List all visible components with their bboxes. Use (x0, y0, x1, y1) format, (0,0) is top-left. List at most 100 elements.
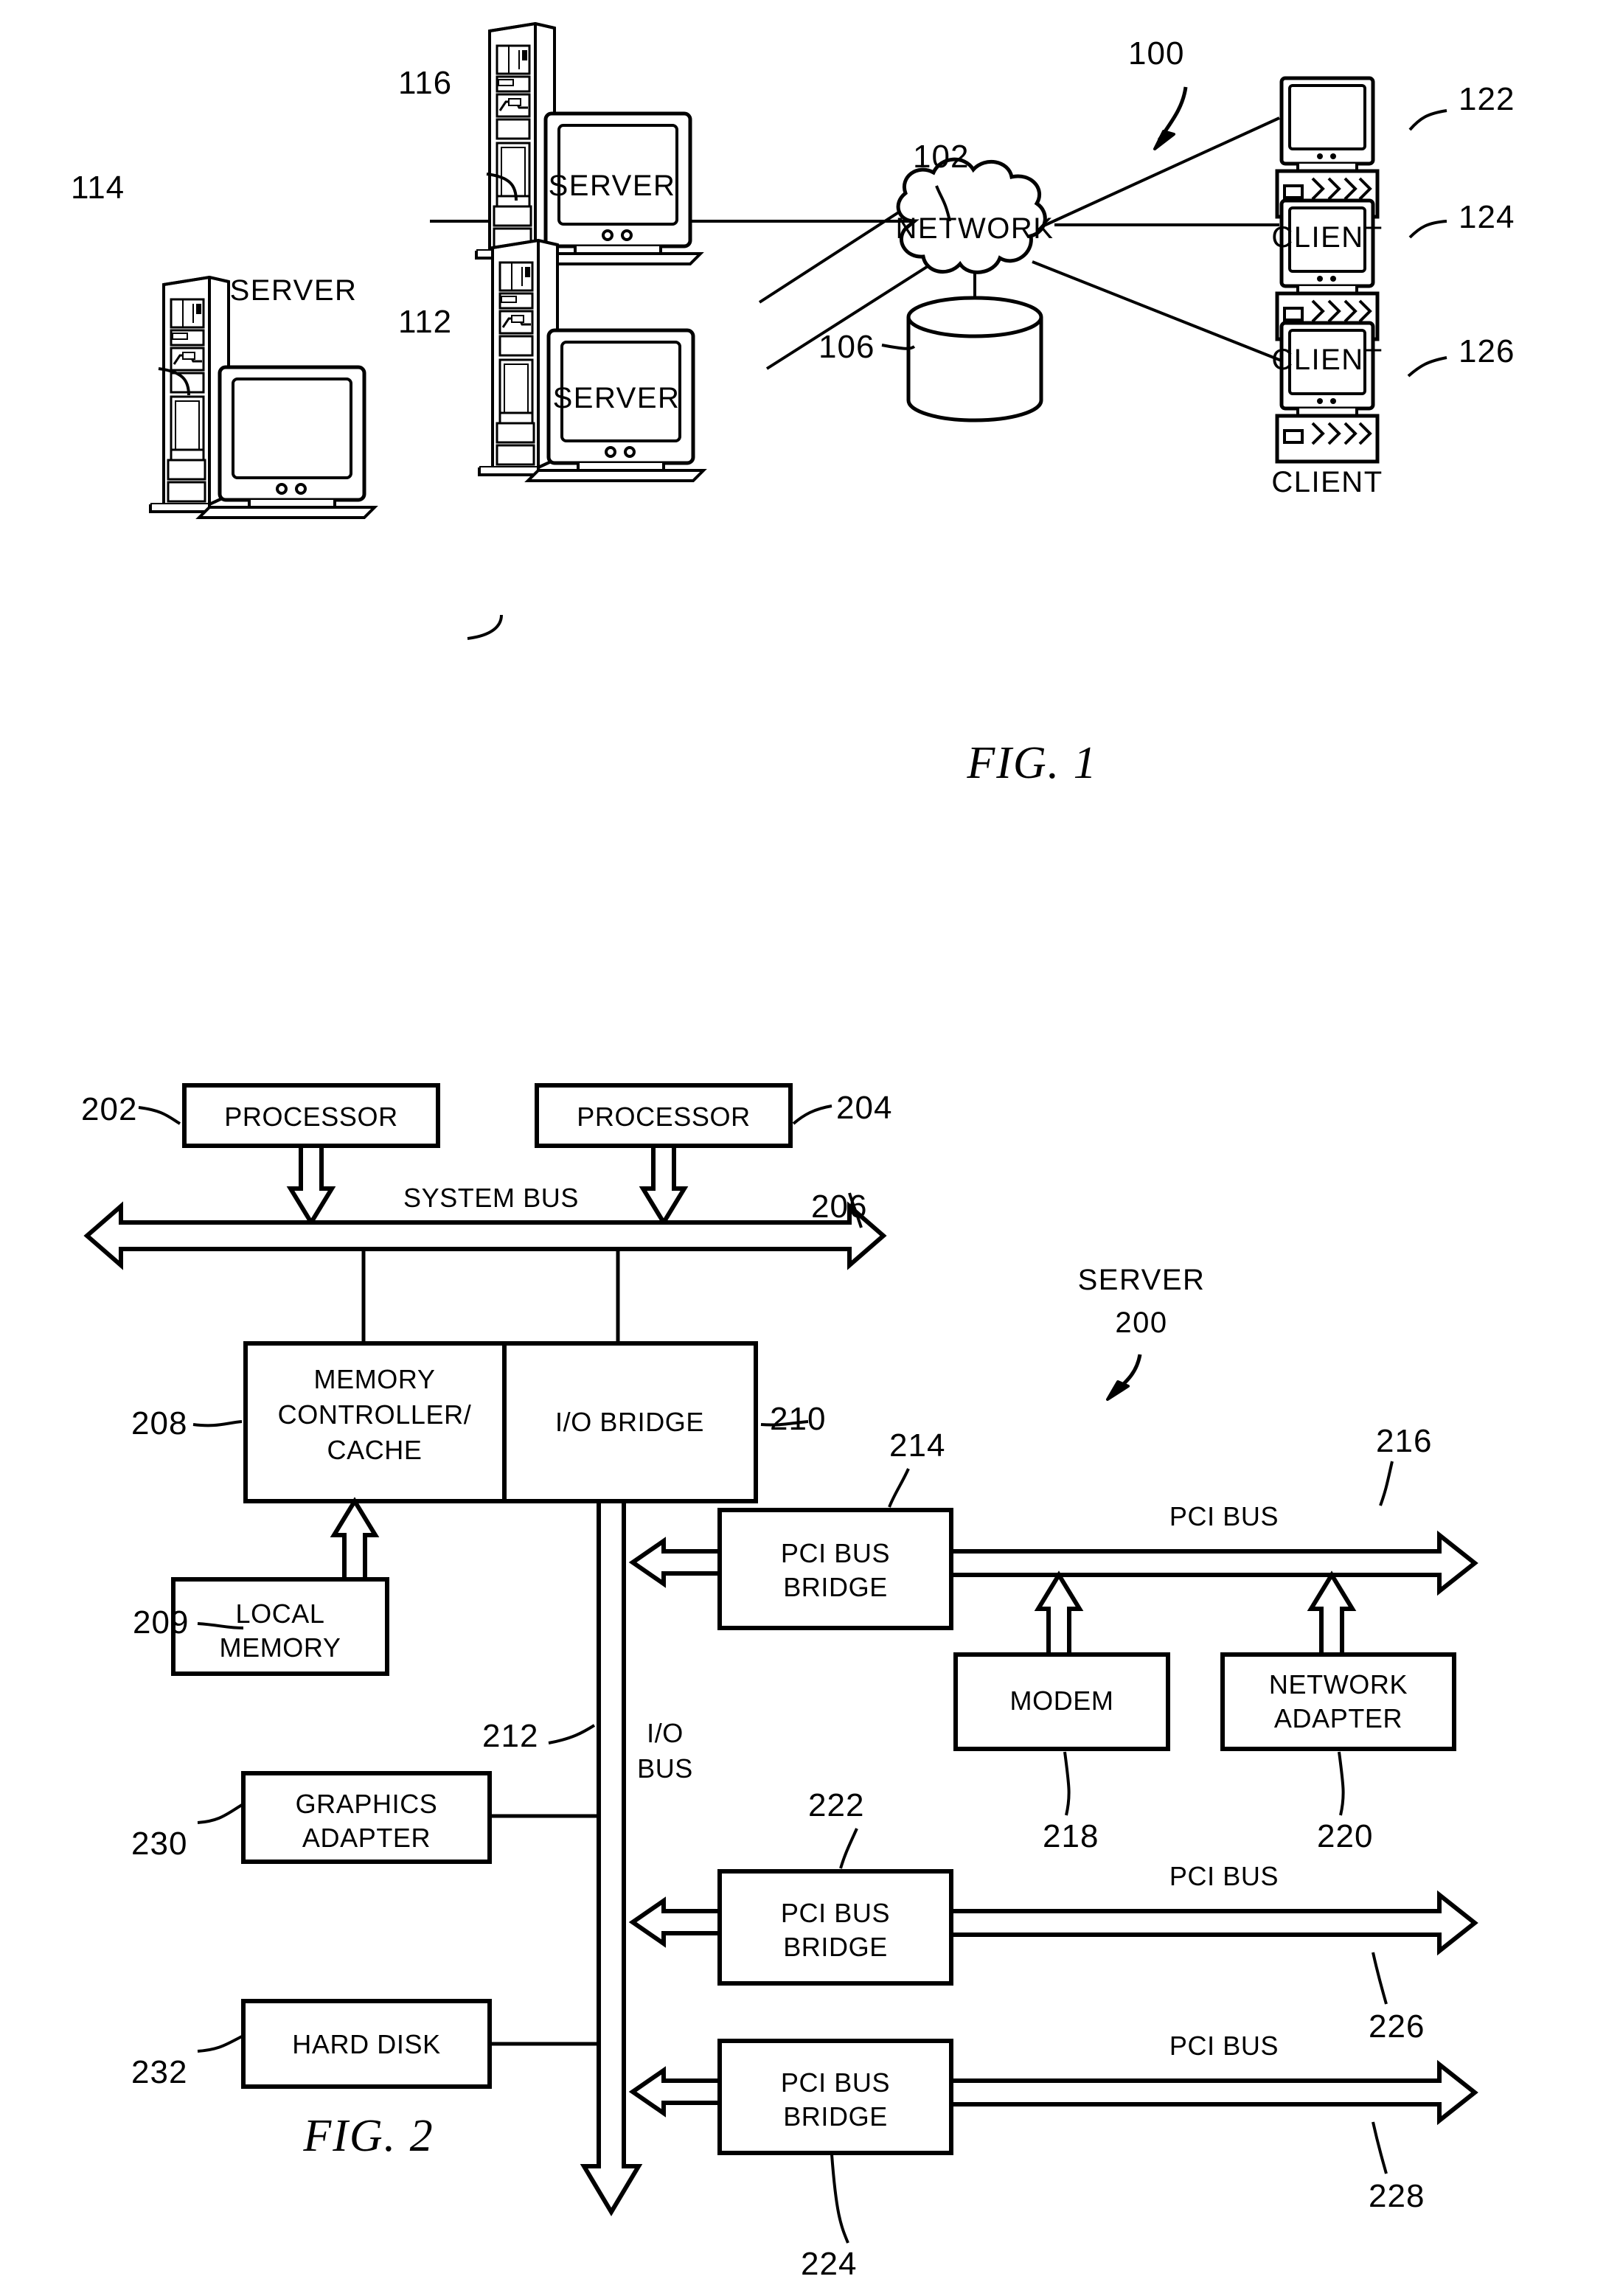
figure-1-caption: FIG. 1 (967, 738, 1098, 788)
ref-label-214: 214 (889, 1427, 946, 1464)
client-126-label: CLIENT (1271, 466, 1383, 498)
processor-202-label: PROCESSOR (224, 1102, 398, 1132)
server-200-arrow (1106, 1354, 1142, 1401)
ref-label-202: 202 (81, 1091, 138, 1127)
ref-label-102: 102 (913, 139, 970, 175)
local-memory-arrow (330, 1497, 380, 1582)
ref-label-209: 209 (133, 1604, 190, 1641)
system-100-arrow (1153, 86, 1188, 150)
ref-label-212: 212 (482, 1718, 539, 1754)
leader-126 (1407, 356, 1447, 378)
system-bus-label: SYSTEM BUS (403, 1183, 580, 1213)
link-network-client122 (1037, 116, 1280, 230)
leader-224 (830, 2154, 849, 2244)
pci-bridge-214-label-line1: PCI BUS (780, 1538, 891, 1568)
server-116-graphic (475, 22, 701, 264)
leader-226 (1372, 1952, 1388, 2005)
pci-bus-226-label: PCI BUS (1169, 1861, 1279, 1891)
pci-bus-226-arrow (949, 1890, 1478, 1956)
link-network-client126 (1032, 260, 1284, 363)
pci-bridge-222-label-line2: BRIDGE (783, 1932, 888, 1962)
pci-bridge-224-label-line2: BRIDGE (783, 2101, 888, 2132)
pci-bridge-224-label-line1: PCI BUS (780, 2067, 891, 2098)
leader-218 (1063, 1751, 1071, 1816)
leader-208 (192, 1420, 243, 1427)
ref-label-210: 210 (770, 1401, 827, 1437)
client-122-label: CLIENT (1271, 221, 1383, 254)
ref-label-106: 106 (818, 329, 875, 365)
ref-label-206: 206 (811, 1189, 868, 1225)
pci-bridge-222-label-line1: PCI BUS (780, 1898, 891, 1928)
ref-label-126: 126 (1459, 333, 1515, 369)
ref-label-226: 226 (1369, 2008, 1425, 2045)
leader-122 (1408, 109, 1447, 131)
ref-label-228: 228 (1369, 2178, 1425, 2214)
pci-bridge-214-to-io-arrow (628, 1537, 722, 1588)
memory-controller-label-line2: CONTROLLER/ (277, 1399, 472, 1430)
pci-bus-228-arrow (949, 2059, 1478, 2126)
pci-device-arrows-row1 (1034, 1570, 1357, 1657)
ref-label-124: 124 (1459, 199, 1515, 235)
memory-controller-label-line1: MEMORY (313, 1364, 436, 1394)
network-adapter-label-line1: NETWORK (1268, 1669, 1408, 1700)
storage-cylinder (906, 296, 1043, 422)
client-122-graphic (1277, 78, 1377, 217)
ref-label-122: 122 (1459, 81, 1515, 117)
leader-212 (548, 1724, 596, 1744)
server-112-label: SERVER (552, 382, 681, 414)
server-112-graphic (478, 239, 703, 481)
ref-label-100: 100 (1128, 35, 1185, 72)
graphics-adapter-label-line2: ADAPTER (302, 1823, 431, 1853)
leader-220 (1338, 1751, 1345, 1816)
pci-bus-216-label: PCI BUS (1169, 1501, 1279, 1531)
leader-228 (1372, 2121, 1388, 2174)
system-bus-arrow (83, 1201, 887, 1270)
leader-214 (888, 1468, 910, 1508)
leader-232 (197, 2035, 243, 2053)
pci-bridge-224-to-io-arrow (628, 2066, 722, 2118)
figure-2-caption: FIG. 2 (303, 2111, 434, 2161)
leader-204 (792, 1104, 832, 1125)
ref-label-112: 112 (398, 304, 453, 340)
leader-222 (839, 1828, 858, 1869)
ref-label-114: 114 (71, 170, 125, 206)
io-bus-arrow (580, 1499, 643, 2216)
leader-230 (197, 1803, 243, 1824)
leader-216 (1379, 1461, 1394, 1506)
pci-bus-228-label: PCI BUS (1169, 2031, 1279, 2061)
memory-controller-label-line3: CACHE (327, 1435, 423, 1465)
ref-label-218: 218 (1043, 1818, 1099, 1854)
server-114-label: SERVER (229, 274, 358, 307)
processor-204-label: PROCESSOR (577, 1102, 751, 1132)
fig1-group (149, 22, 1447, 640)
ref-label-232: 232 (131, 2054, 188, 2090)
pci-bus-216-arrow (949, 1530, 1478, 1596)
pci-bridge-214-label-line2: BRIDGE (783, 1572, 888, 1602)
pci-bridge-222-to-io-arrow (628, 1896, 722, 1948)
client-124-label: CLIENT (1271, 344, 1383, 376)
io-bus-label-line1: I/O (647, 1718, 684, 1748)
patent-drawing-sheet: 100 102 NETWORK 106 116 SERVER 114 SERVE… (0, 0, 1606, 2296)
local-memory-label-line2: MEMORY (219, 1632, 341, 1663)
io-bus-device-links (490, 1814, 599, 2046)
ref-label-216: 216 (1376, 1423, 1433, 1459)
ref-label-204: 204 (836, 1090, 893, 1126)
ref-label-116: 116 (398, 65, 453, 101)
leader-202 (138, 1106, 181, 1125)
ref-label-224: 224 (801, 2246, 858, 2282)
system-bus-drops (361, 1249, 620, 1343)
leader-124 (1408, 220, 1447, 239)
ref-label-208: 208 (131, 1405, 188, 1441)
io-bus-label-line2: BUS (637, 1753, 693, 1784)
modem-label: MODEM (1009, 1686, 1114, 1716)
server-116-label: SERVER (548, 170, 676, 202)
hard-disk-label: HARD DISK (292, 2029, 441, 2059)
leader-112 (467, 614, 503, 640)
fig2-server-ref: 200 (1115, 1307, 1168, 1339)
ref-label-222: 222 (808, 1787, 865, 1823)
server-114-graphic (149, 276, 375, 518)
ref-label-230: 230 (131, 1826, 188, 1862)
network-adapter-label-line2: ADAPTER (1273, 1703, 1403, 1733)
fig2-server-label: SERVER (1077, 1264, 1206, 1296)
graphics-adapter-label-line1: GRAPHICS (295, 1789, 438, 1819)
